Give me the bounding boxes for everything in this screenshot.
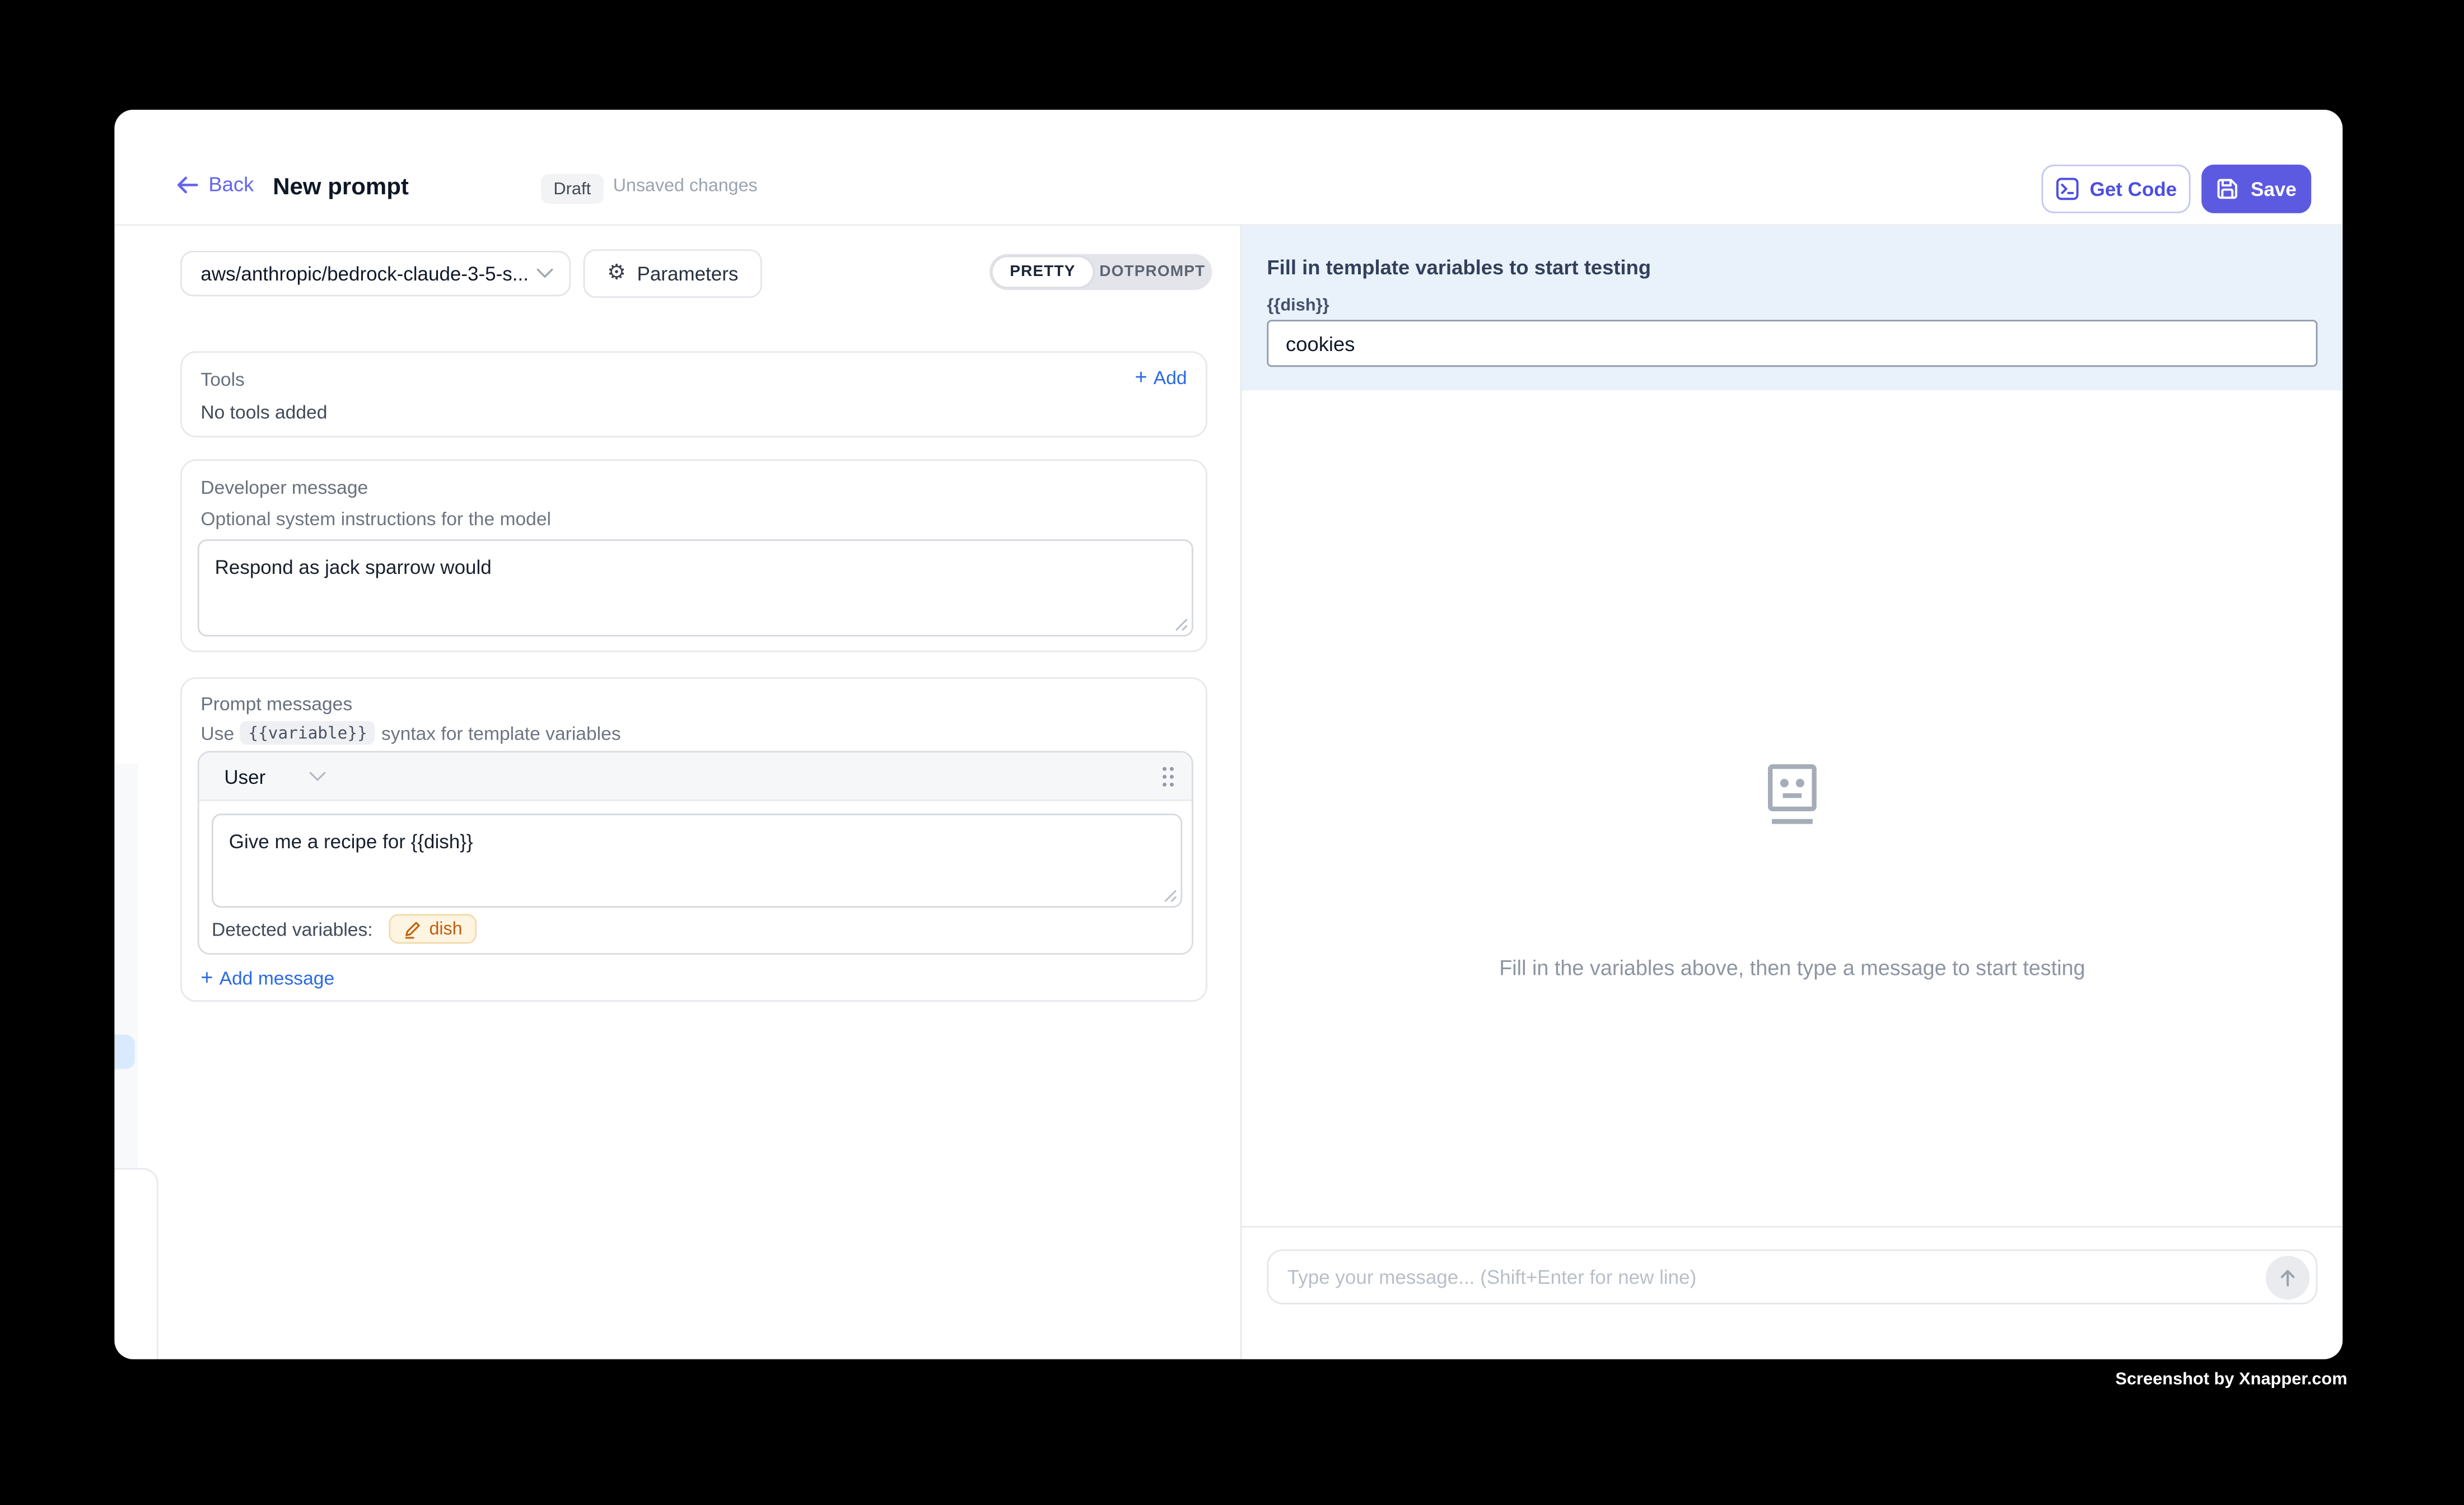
parameters-label: Parameters [637,263,739,284]
message-header: User [199,752,1192,801]
save-label: Save [2251,178,2297,200]
terminal-icon [2055,177,2079,200]
watermark-text: Screenshot by Xnapper.com [2115,1370,2347,1389]
user-message-textarea[interactable]: Give me a recipe for {{dish}} [212,814,1182,908]
tester-panel: Fill in template variables to start test… [1240,226,2342,1359]
bot-icon [1760,760,1826,833]
back-button[interactable]: Back [176,172,254,196]
format-toggle: PRETTY DOTPROMPT [990,254,1212,290]
developer-message-title: Developer message [200,476,368,498]
resize-grip-icon[interactable] [1174,618,1188,632]
chat-input-row [1267,1250,2317,1305]
user-message-value: Give me a recipe for {{dish}} [229,831,473,853]
add-tool-label: Add [1154,367,1187,389]
empty-state-text: Fill in the variables above, then type a… [1242,956,2343,980]
sidebar-popover-fragment [114,1168,158,1359]
tools-empty-text: No tools added [200,401,327,423]
role-select[interactable]: User [224,752,326,801]
pencil-icon [403,919,422,938]
prompt-messages-subtitle: Use {{variable}} syntax for template var… [200,721,620,745]
developer-message-value: Respond as jack sparrow would [215,557,492,578]
send-button[interactable] [2266,1256,2309,1300]
save-button[interactable]: Save [2201,165,2311,213]
add-message-button[interactable]: + Add message [200,968,334,989]
template-variables-box: Fill in template variables to start test… [1242,226,2343,390]
parameters-button[interactable]: ⚙ Parameters [584,249,762,298]
chat-message-input[interactable] [1268,1251,2316,1302]
page-background: Back New prompt Draft Unsaved changes Ge… [0,0,2464,1505]
app-window: Back New prompt Draft Unsaved changes Ge… [114,110,2342,1359]
resize-grip-icon[interactable] [1164,889,1178,903]
chevron-down-icon [310,772,327,783]
developer-message-textarea[interactable]: Respond as jack sparrow would [198,539,1193,637]
variable-syntax-chip: {{variable}} [240,721,375,745]
save-icon [2216,177,2239,200]
chat-divider [1242,1226,2343,1228]
add-tool-button[interactable]: + Add [1135,367,1187,389]
draft-status-badge: Draft [541,174,604,204]
get-code-label: Get Code [2090,178,2177,200]
variable-badge-dish[interactable]: dish [389,914,477,943]
variable-badge-label: dish [429,919,462,938]
add-message-label: Add message [220,968,334,989]
tab-dotprompt[interactable]: DOTPROMPT [1093,263,1212,281]
subtitle-prefix: Use [200,722,234,744]
tab-pretty[interactable]: PRETTY [992,257,1093,287]
page-title: New prompt [273,174,409,201]
tools-card: Tools + Add No tools added [180,351,1207,437]
prompt-messages-card: Prompt messages Use {{variable}} syntax … [180,677,1207,1002]
sidebar-active-item[interactable] [114,1035,134,1069]
model-select[interactable]: aws/anthropic/bedrock-claude-3-5-s... [180,251,571,296]
model-select-value: aws/anthropic/bedrock-claude-3-5-s... [200,263,536,284]
tools-title: Tools [200,368,244,390]
header-bar: Back New prompt Draft Unsaved changes Ge… [114,110,2342,226]
arrow-up-icon [2277,1266,2299,1288]
detected-variables-label: Detected variables: [212,918,373,940]
subtitle-suffix: syntax for template variables [381,722,621,744]
detected-variables-row: Detected variables: dish [212,914,477,943]
role-select-value: User [224,766,265,788]
get-code-button[interactable]: Get Code [2042,165,2191,213]
back-label: Back [208,172,254,196]
chevron-down-icon [536,268,554,279]
plus-icon: + [1135,367,1147,389]
drag-handle-icon[interactable] [1160,765,1176,788]
fill-variables-title: Fill in template variables to start test… [1267,255,1651,279]
prompt-messages-title: Prompt messages [200,693,352,715]
developer-message-subtitle: Optional system instructions for the mod… [200,508,551,530]
developer-message-card: Developer message Optional system instru… [180,459,1207,652]
gear-icon: ⚙ [607,263,626,284]
unsaved-changes-text: Unsaved changes [613,177,758,196]
message-block: User Give me a recipe for {{dish}} [198,751,1193,955]
dish-variable-input[interactable] [1267,320,2317,367]
arrow-left-icon [176,175,199,194]
plus-icon: + [200,968,213,989]
dish-variable-label: {{dish}} [1267,296,1329,315]
